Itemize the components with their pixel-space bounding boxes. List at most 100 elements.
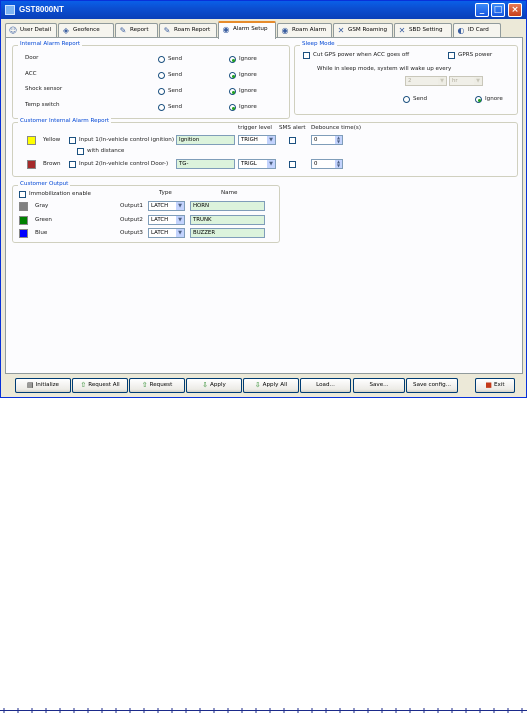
door-send-radio[interactable] (158, 56, 165, 63)
output2-type-value: LATCH (151, 217, 169, 223)
load-button[interactable]: Load... (300, 378, 351, 393)
save-config-button[interactable]: Save config... (406, 378, 458, 393)
sleep-mode-legend: Sleep Mode (300, 41, 337, 47)
tab-bar: ☺ User Detail ◈ Geofence ✎ Report ✎ Roam Rep… (5, 21, 523, 39)
initialize-icon: ▤ (26, 381, 34, 389)
chevron-down-icon: ▼ (267, 136, 275, 144)
input2-trigger-value: TRIGL (241, 161, 257, 167)
request-all-button[interactable]: ⇧ Request All (72, 378, 128, 393)
input1-name-field[interactable]: Ignition (176, 135, 235, 145)
yellow-swatch (27, 136, 36, 145)
tab-id-card[interactable]: ◐ ID Card (453, 23, 501, 38)
acc-ignore-radio[interactable] (229, 72, 236, 79)
shock-ignore-label: Ignore (239, 88, 257, 94)
input1-checkbox[interactable] (69, 137, 76, 144)
customer-output-group: Customer Output Immobilization enable Ty… (12, 181, 280, 243)
wake-up-unit: hr (452, 78, 458, 84)
apply-button[interactable]: ⇩ Apply (186, 378, 242, 393)
input2-name-field[interactable]: TG- (176, 159, 235, 169)
tab-geofence[interactable]: ◈ Geofence (58, 23, 114, 38)
input2-checkbox[interactable] (69, 161, 76, 168)
input1-trigger-value: TRIGH (241, 137, 258, 143)
shock-ignore-radio[interactable] (229, 88, 236, 95)
gsm-icon: ✕ (337, 26, 345, 35)
action-button-bar: ▤ Initialize ⇧ Request All ⇧ Request ⇩ Apply… (15, 378, 515, 393)
sleep-ignore-label: Ignore (485, 96, 503, 102)
save-button[interactable]: Save... (353, 378, 405, 393)
minimize-button[interactable]: _ (475, 3, 489, 17)
immobilization-checkbox[interactable] (19, 191, 26, 198)
tab-user-detail[interactable]: ☺ User Detail (5, 23, 57, 38)
tab-sbd-setting[interactable]: ✕ SBD Setting (394, 23, 452, 38)
tab-roam-report[interactable]: ✎ Roam Report (159, 23, 217, 38)
input1-sms-checkbox[interactable] (289, 137, 296, 144)
sleep-ignore-radio[interactable] (475, 96, 482, 103)
alarm-setup-panel: Internal Alarm Report Door Send Ignore A… (5, 37, 523, 374)
report-icon: ✎ (119, 26, 127, 35)
wake-up-unit-select[interactable]: hr ▼ (449, 76, 483, 86)
save-config-label: Save config... (413, 382, 451, 388)
input2-trigger-select[interactable]: TRIGL ▼ (238, 159, 276, 169)
output2-name-field[interactable]: TRUNK (190, 215, 265, 225)
input1-debounce-spinner[interactable]: 0 ▲ ▼ (311, 135, 343, 145)
request-all-label: Request All (88, 382, 120, 388)
close-button[interactable]: × (508, 3, 522, 17)
spinner-arrows-icon[interactable]: ▲ ▼ (335, 136, 342, 144)
blue-swatch (19, 229, 28, 238)
request-button[interactable]: ⇧ Request (129, 378, 185, 393)
input1-debounce-value: 0 (314, 137, 318, 143)
input2-debounce-value: 0 (314, 161, 318, 167)
customer-alarm-group: Customer Internal Alarm Report trigger l… (12, 118, 518, 177)
geofence-icon: ◈ (62, 26, 70, 35)
temp-ignore-label: Ignore (239, 104, 257, 110)
wake-up-value: 2 (408, 78, 412, 84)
tab-gsm-roaming[interactable]: ✕ GSM Roaming (333, 23, 393, 38)
output1-name-field[interactable]: HORN (190, 201, 265, 211)
temp-send-radio[interactable] (158, 104, 165, 111)
app-window: GST8000NT _ □ × ☺ User Detail ◈ Geofence ✎… (0, 0, 527, 398)
input2-debounce-spinner[interactable]: 0 ▲ ▼ (311, 159, 343, 169)
with-distance-label: with distance (87, 148, 125, 154)
input2-sms-checkbox[interactable] (289, 161, 296, 168)
blue-label: Blue (35, 230, 48, 236)
cut-gps-checkbox[interactable] (303, 52, 310, 59)
id-card-icon: ◐ (457, 26, 465, 35)
gprs-power-checkbox[interactable] (448, 52, 455, 59)
green-label: Green (35, 217, 52, 223)
spinner-arrows-icon[interactable]: ▲ ▼ (335, 160, 342, 168)
apply-all-button[interactable]: ⇩ Apply All (243, 378, 299, 393)
save-label: Save... (369, 382, 389, 388)
tab-alarm-setup[interactable]: ◉ Alarm Setup (218, 21, 276, 39)
with-distance-checkbox[interactable] (77, 148, 84, 155)
tab-label: GSM Roaming (348, 27, 388, 33)
output3-name-field[interactable]: BUZZER (190, 228, 265, 238)
input1-trigger-select[interactable]: TRIGH ▼ (238, 135, 276, 145)
output1-type-select[interactable]: LATCH ▼ (148, 201, 185, 211)
tab-label: Geofence (73, 27, 100, 33)
exit-button[interactable]: ■ Exit (475, 378, 515, 393)
sleep-mode-group: Sleep Mode Cut GPS power when ACC goes o… (294, 41, 518, 115)
shock-sensor-label: Shock sensor (25, 86, 63, 92)
tab-label: Alarm Setup (233, 26, 268, 32)
door-ignore-radio[interactable] (229, 56, 236, 63)
apply-all-label: Apply All (262, 382, 288, 388)
exit-icon: ■ (485, 381, 493, 389)
tab-roam-alarm[interactable]: ◉ Roam Alarm (277, 23, 332, 38)
shock-send-radio[interactable] (158, 88, 165, 95)
chevron-down-icon: ▼ (176, 202, 184, 210)
maximize-button[interactable]: □ (491, 3, 505, 17)
temp-ignore-radio[interactable] (229, 104, 236, 111)
output2-type-select[interactable]: LATCH ▼ (148, 215, 185, 225)
tab-label: Roam Report (174, 27, 211, 33)
chevron-down-icon: ▼ (474, 77, 482, 85)
wake-up-value-select[interactable]: 2 ▼ (405, 76, 447, 86)
output3-type-select[interactable]: LATCH ▼ (148, 228, 185, 238)
type-header: Type (159, 190, 172, 196)
apply-label: Apply (210, 382, 226, 388)
acc-send-radio[interactable] (158, 72, 165, 79)
tab-report[interactable]: ✎ Report (115, 23, 158, 38)
title-bar: GST8000NT _ □ × (1, 1, 526, 19)
sleep-send-radio[interactable] (403, 96, 410, 103)
door-label: Door (25, 55, 39, 61)
initialize-button[interactable]: ▤ Initialize (15, 378, 71, 393)
